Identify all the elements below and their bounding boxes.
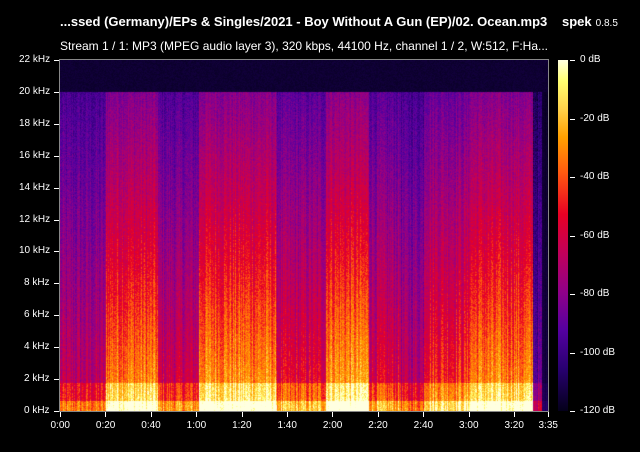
time-tick-label: 2:20 — [368, 420, 388, 431]
time-tick — [241, 412, 243, 417]
db-tick — [570, 60, 575, 61]
db-tick — [570, 118, 575, 120]
frequency-tick-label: 2 kHz — [24, 373, 50, 385]
app-version: 0.8.5 — [595, 18, 618, 29]
db-tick — [570, 177, 575, 178]
frequency-tick — [54, 123, 59, 125]
time-tick — [196, 412, 198, 417]
frequency-tick-label: 4 kHz — [24, 341, 50, 353]
db-tick-label: -20 dB — [580, 112, 610, 124]
frequency-tick-label: 0 kHz — [24, 405, 50, 416]
frequency-tick-label: 12 kHz — [19, 213, 51, 225]
time-tick-label: 2:40 — [413, 420, 434, 431]
time-tick-label: 1:00 — [186, 420, 207, 431]
frequency-tick-label: 10 kHz — [19, 245, 51, 257]
time-tick-label: 0:20 — [95, 420, 116, 431]
frequency-tick-label: 16 kHz — [19, 149, 51, 161]
frequency-tick — [54, 283, 59, 285]
time-tick — [105, 412, 107, 417]
frequency-tick — [54, 155, 59, 157]
db-tick — [570, 411, 575, 412]
frequency-tick-label: 8 kHz — [24, 277, 50, 289]
app-name: spek 0.8.5 — [562, 14, 618, 29]
time-tick-label: 0:40 — [141, 420, 161, 431]
db-tick-label: -100 dB — [580, 346, 616, 358]
db-tick-label: -60 dB — [580, 229, 610, 241]
time-tick-label: 2:00 — [322, 420, 343, 431]
db-tick-label: -120 dB — [580, 405, 616, 416]
frequency-tick — [54, 91, 59, 93]
time-tick-label: 1:40 — [277, 420, 297, 431]
frequency-tick — [54, 315, 59, 317]
time-tick-label: 0:00 — [50, 420, 70, 431]
time-tick — [60, 412, 61, 417]
frequency-tick-label: 20 kHz — [19, 85, 51, 97]
frequency-tick-label: 22 kHz — [19, 54, 51, 65]
frequency-tick — [54, 219, 59, 221]
db-tick — [570, 352, 575, 354]
db-tick — [570, 235, 575, 237]
frequency-tick-label: 14 kHz — [19, 181, 51, 193]
time-tick — [548, 412, 549, 417]
time-tick — [150, 412, 152, 417]
db-tick-label: -80 dB — [580, 288, 610, 299]
frequency-tick — [54, 60, 59, 61]
frequency-tick — [54, 411, 59, 412]
db-colorbar — [558, 60, 568, 411]
stream-info: Stream 1 / 1: MP3 (MPEG audio layer 3), … — [60, 39, 549, 53]
time-tick — [286, 412, 288, 417]
time-tick-label: 3:00 — [459, 420, 479, 431]
db-tick-label: 0 dB — [580, 54, 601, 65]
frequency-tick-label: 18 kHz — [19, 117, 51, 129]
time-tick — [468, 412, 470, 417]
db-tick-label: -40 dB — [580, 171, 610, 182]
file-path-title: ...ssed (Germany)/EPs & Singles/2021 - B… — [60, 14, 548, 29]
frequency-tick — [54, 347, 59, 349]
frequency-tick — [54, 379, 59, 381]
time-tick-label: 3:20 — [504, 420, 524, 431]
frequency-tick — [54, 187, 59, 189]
spectrogram-plot — [59, 59, 549, 412]
time-tick — [423, 412, 425, 417]
time-tick-label: 1:20 — [232, 420, 252, 431]
time-tick — [513, 412, 515, 417]
app-name-label: spek — [562, 14, 592, 29]
spek-window: ...ssed (Germany)/EPs & Singles/2021 - B… — [0, 0, 640, 452]
spectrogram-canvas — [60, 60, 548, 411]
time-tick — [332, 412, 334, 417]
db-tick — [570, 294, 575, 295]
time-tick-label: 3:35 — [538, 420, 558, 431]
time-tick — [377, 412, 379, 417]
frequency-tick — [54, 251, 59, 253]
frequency-tick-label: 6 kHz — [24, 309, 50, 321]
